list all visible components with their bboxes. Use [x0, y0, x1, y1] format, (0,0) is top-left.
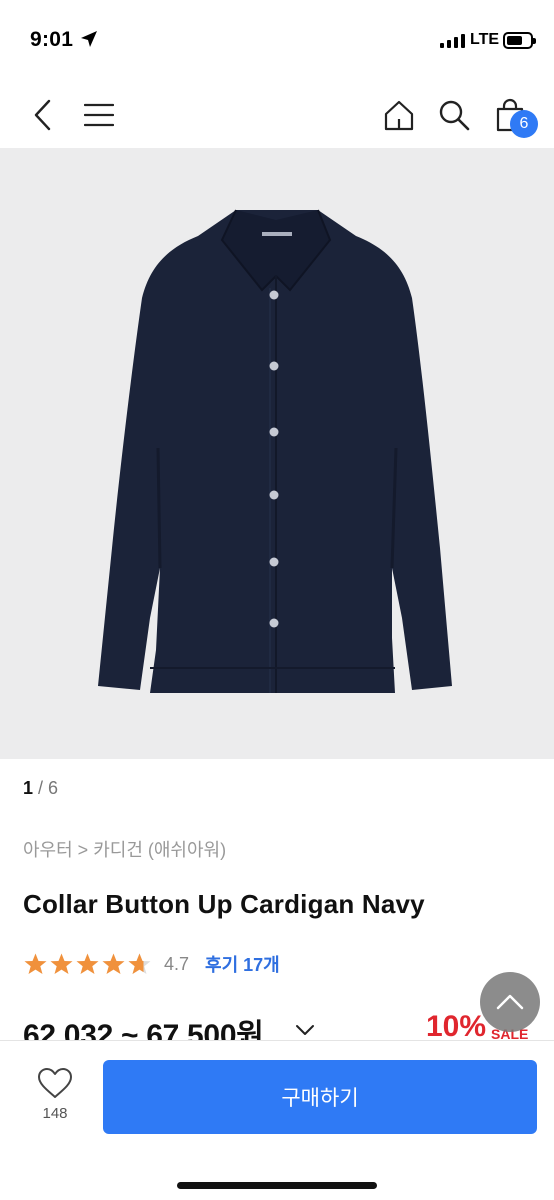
cardigan-illustration — [98, 209, 452, 693]
heart-icon — [38, 1068, 72, 1098]
network-label: LTE — [470, 31, 500, 48]
chevron-down-icon[interactable] — [295, 1024, 315, 1036]
rating-value: 4.7 — [164, 953, 190, 974]
menu-icon — [84, 103, 114, 127]
arrow-up-icon — [496, 994, 524, 1010]
home-icon — [384, 100, 414, 131]
search-button[interactable] — [431, 92, 477, 138]
pager-current: 1 — [23, 778, 34, 798]
menu-button[interactable] — [76, 92, 122, 138]
battery-icon — [503, 32, 536, 49]
image-pager: 1 / 6 — [23, 778, 58, 799]
rating-row: 4.7 후기 17개 — [23, 951, 280, 977]
pager-separator: / — [33, 778, 49, 798]
buy-button[interactable]: 구매하기 — [103, 1060, 537, 1134]
signal-icon — [440, 34, 465, 48]
star-icon — [102, 953, 125, 974]
back-icon — [34, 99, 51, 131]
home-indicator — [177, 1182, 377, 1189]
star-icon — [24, 953, 47, 974]
product-title: Collar Button Up Cardigan Navy — [23, 889, 425, 919]
location-arrow-icon — [81, 31, 97, 47]
bottom-action-bar: 148 구매하기 — [0, 1040, 554, 1200]
star-half-icon — [128, 953, 151, 974]
pager-total: 6 — [48, 778, 59, 798]
nav-bar — [0, 80, 554, 148]
review-link[interactable]: 후기 17개 — [205, 951, 280, 977]
status-bar: 9:01 LTE — [0, 0, 554, 80]
star-icon — [76, 953, 99, 974]
status-time: 9:01 — [30, 28, 74, 51]
back-button[interactable] — [20, 92, 66, 138]
product-image[interactable] — [0, 148, 554, 759]
star-rating — [23, 952, 152, 976]
cart-count-badge[interactable]: 6 — [510, 110, 538, 138]
home-button[interactable] — [376, 92, 422, 138]
star-icon — [50, 953, 73, 974]
discount-rate: 10% — [426, 1010, 487, 1043]
scroll-top-button[interactable] — [480, 972, 540, 1032]
breadcrumb[interactable]: 아우터 > 카디건 (애쉬아워) — [23, 836, 226, 862]
like-button[interactable]: 148 — [20, 1067, 90, 1137]
like-count: 148 — [42, 1105, 68, 1122]
search-icon — [439, 100, 470, 131]
